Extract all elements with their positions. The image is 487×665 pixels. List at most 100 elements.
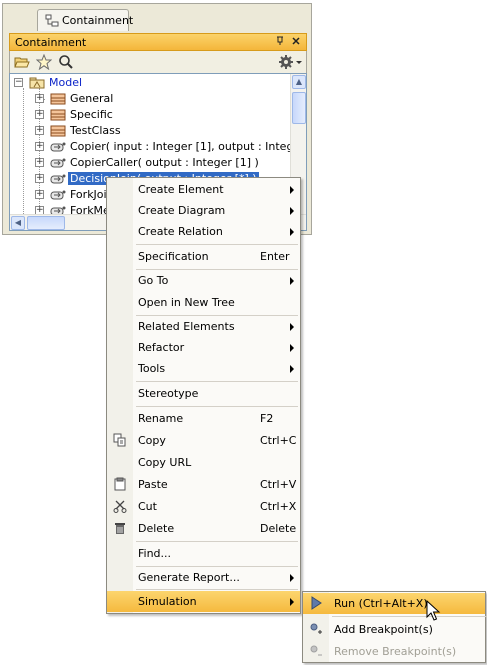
menu-item-label: Copy	[138, 434, 166, 447]
add-breakpoint-icon	[310, 623, 322, 634]
menu-item-paste[interactable]: Paste Ctrl+V	[107, 474, 300, 495]
search-icon[interactable]	[58, 54, 74, 70]
menu-item-shortcut: Ctrl+V	[260, 478, 297, 491]
activity-icon	[50, 142, 66, 152]
context-menu: Create Element Create Diagram Create Rel…	[106, 177, 301, 614]
tree-row[interactable]: + CopierCaller( output : Integer [1] )	[10, 155, 290, 171]
class-icon	[50, 93, 66, 105]
menu-item-label: Specification	[138, 250, 209, 263]
star-icon[interactable]	[36, 54, 52, 70]
menu-separator	[136, 244, 298, 245]
tree-label: Copier( input : Integer [1], output : In…	[70, 140, 307, 153]
scroll-thumb[interactable]	[292, 92, 306, 124]
tree-row[interactable]: + Copier( input : Integer [1], output : …	[10, 139, 306, 155]
activity-icon	[50, 158, 66, 168]
menu-item-cut[interactable]: Cut Ctrl+X	[107, 496, 300, 517]
menu-item-label: Go To	[138, 274, 169, 287]
expand-icon[interactable]: +	[35, 94, 44, 103]
tree-label-model: Model	[49, 76, 83, 89]
submenu-arrow-icon	[290, 344, 294, 352]
menu-item-create-relation[interactable]: Create Relation	[107, 221, 300, 242]
tree-row-model[interactable]: − Model	[10, 75, 290, 91]
menu-item-run[interactable]: Run (Ctrl+Alt+X)	[303, 593, 485, 614]
submenu-arrow-icon	[290, 323, 294, 331]
scroll-thumb[interactable]	[27, 216, 65, 230]
menu-separator	[136, 381, 298, 382]
menu-item-create-diagram[interactable]: Create Diagram	[107, 200, 300, 221]
run-icon	[311, 596, 322, 610]
menu-item-label: Simulation	[138, 595, 197, 608]
menu-item-rename[interactable]: Rename F2	[107, 408, 300, 429]
submenu-arrow-icon	[290, 574, 294, 582]
submenu-arrow-icon	[290, 365, 294, 373]
delete-icon	[115, 523, 125, 534]
menu-item-create-element[interactable]: Create Element	[107, 179, 300, 200]
menu-item-label: Add Breakpoint(s)	[334, 623, 433, 636]
menu-item-generate-report[interactable]: Generate Report...	[107, 567, 300, 588]
menu-item-related-elements[interactable]: Related Elements	[107, 316, 300, 337]
tree-row[interactable]: + General	[10, 91, 290, 107]
expand-icon[interactable]: +	[35, 190, 44, 199]
menu-item-shortcut: Enter	[260, 250, 290, 263]
tree-label: Specific	[70, 108, 113, 121]
menu-item-refactor[interactable]: Refactor	[107, 337, 300, 358]
menu-item-label: Open in New Tree	[138, 296, 235, 309]
panel-toolbar	[9, 51, 307, 73]
activity-icon	[50, 190, 66, 200]
menu-item-label: Create Relation	[138, 225, 223, 238]
scroll-left-icon[interactable]: ◀	[11, 216, 25, 230]
gear-icon[interactable]	[278, 54, 294, 70]
menu-item-copy[interactable]: Copy Ctrl+C	[107, 430, 300, 451]
menu-item-copy-url[interactable]: Copy URL	[107, 452, 300, 473]
submenu-arrow-icon	[290, 598, 294, 606]
panel-title: Containment	[15, 36, 87, 49]
menu-item-label: Rename	[138, 412, 184, 425]
collapse-icon[interactable]: −	[14, 78, 23, 87]
menu-item-specification[interactable]: Specification Enter	[107, 246, 300, 267]
tree-row[interactable]: + Specific	[10, 107, 290, 123]
expand-icon[interactable]: +	[35, 142, 44, 151]
menu-item-shortcut: Delete	[260, 522, 297, 535]
tree-row[interactable]: + TestClass	[10, 123, 290, 139]
menu-item-tools[interactable]: Tools	[107, 358, 300, 379]
pin-icon[interactable]	[274, 36, 286, 48]
menu-item-label: Create Element	[138, 183, 224, 196]
cut-icon	[113, 500, 127, 513]
paste-icon	[114, 477, 126, 491]
panel-titlebar: Containment	[9, 33, 307, 51]
menu-item-remove-breakpoint[interactable]: Remove Breakpoint(s)	[303, 641, 485, 662]
scroll-up-icon[interactable]: ▲	[292, 75, 306, 89]
menu-item-find[interactable]: Find...	[107, 543, 300, 564]
menu-item-label: Refactor	[138, 341, 185, 354]
class-icon	[50, 109, 66, 121]
remove-breakpoint-icon	[310, 645, 322, 656]
menu-item-shortcut: Ctrl+X	[260, 500, 297, 513]
mouse-cursor-icon	[426, 600, 441, 621]
menu-item-go-to[interactable]: Go To	[107, 270, 300, 291]
menu-item-shortcut: F2	[260, 412, 274, 425]
tree-label: TestClass	[70, 124, 121, 137]
close-icon[interactable]	[290, 36, 302, 48]
expand-icon[interactable]: +	[35, 174, 44, 183]
menu-item-label: Remove Breakpoint(s)	[334, 645, 457, 658]
menu-item-open-in-new-tree[interactable]: Open in New Tree	[107, 292, 300, 313]
menu-item-label: Paste	[138, 478, 168, 491]
menu-item-label: Create Diagram	[138, 204, 226, 217]
submenu-arrow-icon	[290, 228, 294, 236]
tree-label: CopierCaller( output : Integer [1] )	[70, 156, 259, 169]
menu-item-label: Cut	[138, 500, 157, 513]
tree-icon	[45, 14, 59, 27]
menu-item-label: Stereotype	[138, 387, 199, 400]
expand-icon[interactable]: +	[35, 126, 44, 135]
menu-item-label: Copy URL	[138, 456, 192, 469]
menu-item-simulation[interactable]: Simulation	[107, 591, 300, 612]
expand-icon[interactable]: +	[35, 158, 44, 167]
open-folder-icon[interactable]	[14, 54, 30, 70]
tab-containment[interactable]: Containment	[37, 9, 133, 31]
menu-item-add-breakpoint[interactable]: Add Breakpoint(s)	[303, 619, 485, 640]
chevron-down-icon[interactable]	[294, 54, 304, 70]
expand-icon[interactable]: +	[35, 110, 44, 119]
menu-item-delete[interactable]: Delete Delete	[107, 518, 300, 539]
menu-item-stereotype[interactable]: Stereotype	[107, 383, 300, 404]
menu-item-label: Find...	[138, 547, 172, 560]
